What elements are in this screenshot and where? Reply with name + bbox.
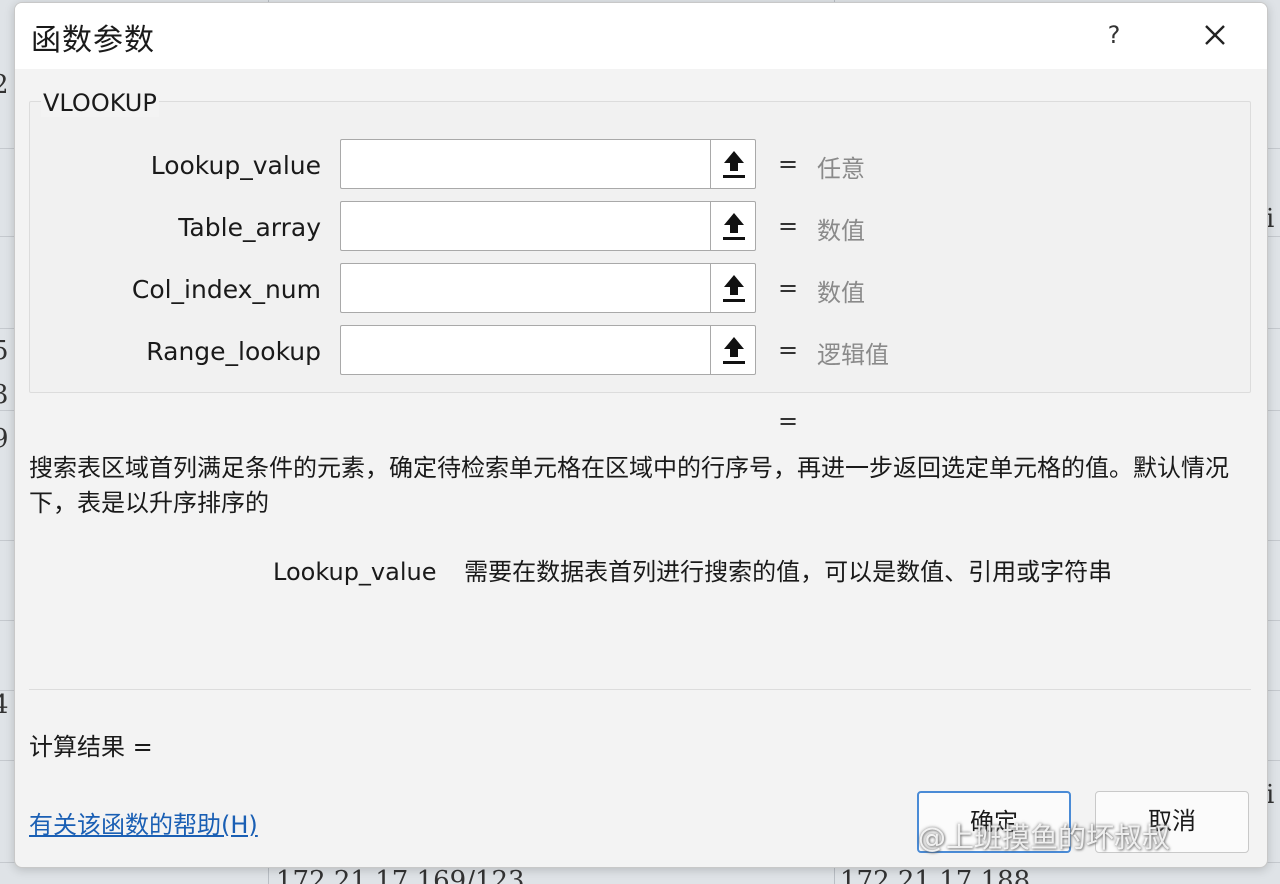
arg-row-range-lookup: Range_lookup = 逻辑值	[15, 325, 1267, 379]
arg-label: Lookup_value	[150, 151, 321, 180]
dialog-title: 函数参数	[31, 23, 155, 58]
collapse-dialog-button[interactable]	[710, 201, 756, 251]
function-description: 搜索表区域首列满足条件的元素，确定待检索单元格在区域中的行序号，再进一步返回选定…	[29, 454, 1229, 517]
collapse-dialog-button[interactable]	[710, 263, 756, 313]
calculation-result: 计算结果 =	[29, 733, 153, 761]
ok-button[interactable]: 确定	[917, 791, 1071, 853]
cancel-button[interactable]: 取消	[1095, 791, 1249, 853]
function-name: VLOOKUP	[41, 89, 159, 117]
upload-arrow-icon	[723, 337, 745, 364]
close-icon[interactable]	[1195, 15, 1235, 55]
arg-type-hint: 任意	[817, 155, 865, 183]
cell-text: 4	[0, 690, 9, 720]
help-button[interactable]: ?	[1099, 17, 1129, 53]
col-index-num-input[interactable]	[340, 263, 710, 313]
table-array-input[interactable]	[340, 201, 710, 251]
arg-row-table-array: Table_array = 数值	[15, 201, 1267, 255]
equals-sign: =	[778, 336, 799, 364]
arg-type-hint: 逻辑值	[817, 341, 889, 369]
equals-sign: =	[778, 150, 799, 178]
upload-arrow-icon	[723, 213, 745, 240]
cell-text: 9	[0, 424, 9, 454]
cell-text: 3	[0, 380, 9, 410]
dialog-titlebar: 函数参数 ?	[15, 3, 1267, 69]
cell-text: 172.21.17.169/123	[276, 866, 525, 884]
lookup-value-input[interactable]	[340, 139, 710, 189]
arg-label: Range_lookup	[146, 337, 321, 366]
arg-type-hint: 数值	[817, 217, 865, 245]
cell-text: 2	[0, 70, 9, 100]
equals-sign: =	[778, 212, 799, 240]
cell-text: 5	[0, 336, 9, 366]
argument-help-name: Lookup_value	[273, 558, 437, 586]
divider	[29, 689, 1251, 690]
function-help-link[interactable]: 有关该函数的帮助(H)	[29, 805, 258, 840]
upload-arrow-icon	[723, 275, 745, 302]
equals-sign: =	[778, 274, 799, 302]
cell-text: 172.21.17.188	[840, 866, 1031, 884]
formula-result-equals: =	[778, 407, 799, 435]
arg-type-hint: 数值	[817, 279, 865, 307]
arg-row-lookup-value: Lookup_value = 任意	[15, 139, 1267, 193]
collapse-dialog-button[interactable]	[710, 325, 756, 375]
arg-label: Col_index_num	[131, 275, 321, 304]
arg-label: Table_array	[178, 213, 321, 242]
range-lookup-input[interactable]	[340, 325, 710, 375]
function-arguments-dialog: 函数参数 ? VLOOKUP Lookup_value = 任意 Table_a…	[14, 2, 1268, 868]
argument-help: Lookup_value 需要在数据表首列进行搜索的值，可以是数值、引用或字符串	[273, 552, 1112, 587]
argument-help-text: 需要在数据表首列进行搜索的值，可以是数值、引用或字符串	[464, 558, 1113, 586]
collapse-dialog-button[interactable]	[710, 139, 756, 189]
upload-arrow-icon	[723, 151, 745, 178]
arg-row-col-index-num: Col_index_num = 数值	[15, 263, 1267, 317]
